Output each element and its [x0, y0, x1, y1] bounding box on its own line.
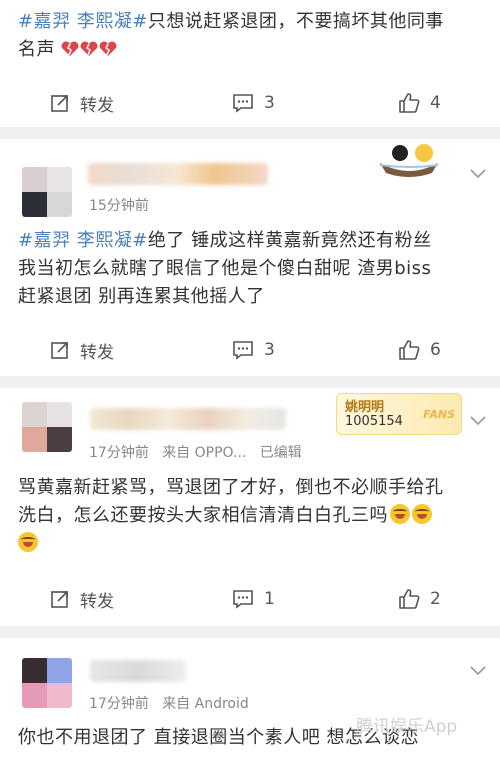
post-text: #嘉羿 李熙凝#绝了 锤成这样黄嘉新竟然还有粉丝 我当初怎么就瞎了眼信了他是个傻…	[18, 230, 432, 307]
comment-icon	[233, 590, 253, 609]
post-source[interactable]: 来自 Android	[162, 696, 249, 712]
topic-tag[interactable]: #嘉羿 李熙凝#	[18, 11, 148, 32]
laugh-emoji-icon	[390, 504, 410, 524]
like-button[interactable]: 2	[398, 574, 441, 624]
repost-button[interactable]: 转发	[50, 325, 114, 375]
avatar[interactable]	[22, 402, 72, 452]
repost-icon	[51, 342, 68, 359]
broken-heart-icon	[61, 41, 79, 56]
thumbs-up-icon	[399, 340, 420, 360]
chevron-down-icon[interactable]	[470, 169, 486, 179]
post-meta: 17分钟前 来自 Android	[89, 693, 249, 713]
post-meta: 17分钟前 来自 OPPO... 已编辑	[89, 442, 302, 462]
username-blurred[interactable]	[90, 660, 186, 682]
fans-badge-tag: FANS	[423, 408, 455, 421]
edited-label[interactable]: 已编辑	[260, 445, 302, 461]
post-card-1: #嘉羿 李熙凝#只想说赶紧退团，不要搞坏其他同事 名声 转发 3 4	[0, 0, 500, 127]
action-bar: 转发 3 6	[0, 325, 500, 375]
comment-button[interactable]: 3	[232, 325, 275, 375]
repost-button[interactable]: 转发	[50, 574, 114, 624]
comment-icon	[233, 341, 253, 360]
laugh-emoji-icon	[412, 504, 432, 524]
comment-button[interactable]: 3	[232, 78, 275, 128]
post-time: 17分钟前	[89, 445, 149, 461]
like-button[interactable]: 4	[398, 78, 441, 128]
username-blurred[interactable]	[88, 163, 268, 185]
topic-tag[interactable]: #嘉羿 李熙凝#	[18, 230, 148, 251]
avatar[interactable]	[22, 658, 72, 708]
broken-heart-icon	[80, 41, 98, 56]
watermark: 腾讯娱乐App	[356, 717, 458, 737]
fans-badge-number: 1005154	[345, 414, 403, 429]
boat-emoji-icon	[379, 144, 439, 177]
post-text: 骂黄嘉新赶紧骂，骂退团了才好，倒也不必顺手给孔 洗白，怎么还要按头大家相信清清白…	[18, 474, 484, 558]
broken-heart-icon	[99, 41, 117, 56]
post-text: #嘉羿 李熙凝#只想说赶紧退团，不要搞坏其他同事 名声	[18, 11, 444, 60]
post-card-2: 15分钟前 #嘉羿 李熙凝#绝了 锤成这样黄嘉新竟然还有粉丝 我当初怎么就瞎了眼…	[0, 139, 500, 376]
card-divider	[0, 127, 500, 139]
repost-icon	[51, 591, 68, 608]
chevron-down-icon[interactable]	[470, 666, 486, 676]
comment-button[interactable]: 1	[232, 574, 275, 624]
card-divider	[0, 626, 500, 638]
avatar[interactable]	[22, 167, 72, 217]
fans-badge-name: 姚明明	[345, 400, 385, 415]
laugh-emoji-icon	[18, 532, 38, 552]
action-bar: 转发 3 4	[0, 78, 500, 128]
thumbs-up-icon	[399, 93, 420, 113]
card-divider	[0, 376, 500, 388]
action-bar: 转发 1 2	[0, 574, 500, 624]
post-time: 15分钟前	[89, 198, 149, 214]
repost-button[interactable]: 转发	[50, 78, 114, 128]
repost-icon	[51, 95, 68, 112]
comment-icon	[233, 94, 253, 113]
post-source[interactable]: 来自 OPPO...	[162, 445, 246, 461]
like-button[interactable]: 6	[398, 325, 441, 375]
post-time: 17分钟前	[89, 696, 149, 712]
fans-badge[interactable]: 姚明明 1005154 FANS	[336, 393, 462, 435]
chevron-down-icon[interactable]	[470, 416, 486, 426]
thumbs-up-icon	[399, 589, 420, 609]
username-blurred[interactable]	[90, 408, 286, 430]
post-card-4: 17分钟前 来自 Android 你也不用退团了 直接退圈当个素人吧 想怎么谈恋	[0, 638, 500, 757]
